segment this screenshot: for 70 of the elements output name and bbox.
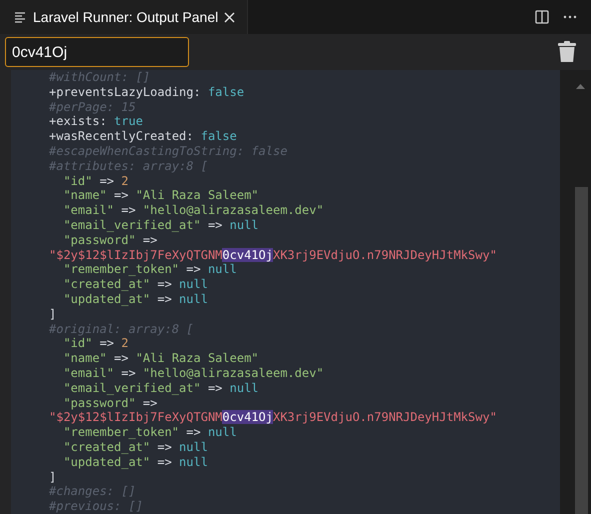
code-string: "hello@alirazasaleem.dev" bbox=[142, 366, 324, 380]
code-string: "email_verified_at" bbox=[63, 218, 201, 232]
code-text: => bbox=[185, 262, 202, 276]
code-text: +preventsLazyLoading: bbox=[49, 84, 202, 99]
code-string: "$2y$12$lIzIbj7FeXyQTGNM bbox=[49, 410, 222, 424]
code-text: => bbox=[113, 188, 130, 202]
code-keyword: null bbox=[179, 277, 208, 292]
code-string: "hello@alirazasaleem.dev" bbox=[142, 203, 324, 218]
code-comment: #escapeWhenCastingToString: false bbox=[49, 144, 288, 158]
code-text: => bbox=[185, 425, 202, 440]
code-text: => bbox=[120, 203, 137, 218]
code-text: +wasRecentlyCreated: bbox=[49, 129, 194, 144]
code-string: "$2y$12$lIzIbj7FeXyQTGNM bbox=[49, 248, 222, 262]
code-text: => bbox=[98, 174, 116, 188]
code-text: => bbox=[156, 440, 173, 454]
code-string: "created_at" bbox=[63, 440, 150, 454]
code-keyword: null bbox=[179, 454, 208, 469]
code-text: => bbox=[206, 218, 224, 232]
tab-title: Laravel Runner: Output Panel bbox=[33, 9, 218, 25]
search-match: 0cv41Oj bbox=[222, 248, 273, 262]
closing-bracket: ] bbox=[49, 306, 56, 321]
code-string: XK3rj9EVdjuO.n79NRJDeyHJtMkSwy" bbox=[272, 410, 497, 424]
code-string: "updated_at" bbox=[63, 292, 150, 306]
code-keyword: null bbox=[179, 440, 208, 454]
code-text: => bbox=[98, 336, 116, 350]
code-comment: #original: array:8 [ bbox=[49, 322, 194, 336]
closing-bracket: ] bbox=[49, 470, 56, 484]
code-keyword: null bbox=[208, 425, 237, 440]
panel-tab[interactable]: Laravel Runner: Output Panel bbox=[0, 0, 248, 34]
code-comment: #withCount: [] bbox=[49, 70, 150, 84]
code-string: "created_at" bbox=[63, 277, 150, 292]
code-number: 2 bbox=[121, 336, 128, 350]
code-string: "password" bbox=[63, 396, 136, 410]
code-comment: #perPage: 15 bbox=[49, 100, 136, 114]
code-keyword: true bbox=[114, 114, 143, 128]
code-text: => bbox=[206, 380, 224, 395]
code-text: => bbox=[156, 454, 173, 469]
code-keyword: null bbox=[179, 292, 208, 306]
code-keyword: null bbox=[208, 262, 237, 276]
code-string: "name" bbox=[63, 188, 107, 202]
code-text: => bbox=[142, 232, 158, 247]
code-string: "id" bbox=[63, 174, 92, 188]
code-comment: #changes: [] bbox=[49, 484, 136, 498]
code-comment: #previous: [] bbox=[49, 499, 143, 514]
code-string: "Ali Raza Saleem" bbox=[136, 188, 259, 202]
code-text: => bbox=[113, 351, 130, 366]
code-string: XK3rj9EVdjuO.n79NRJDeyHJtMkSwy" bbox=[272, 248, 497, 262]
code-text: => bbox=[120, 366, 137, 380]
code-keyword: null bbox=[230, 380, 259, 395]
code-text: => bbox=[142, 396, 158, 410]
code-string: "remember_token" bbox=[63, 262, 180, 276]
code-string: "Ali Raza Saleem" bbox=[136, 351, 259, 366]
code-string: "updated_at" bbox=[63, 454, 150, 469]
code-keyword: null bbox=[230, 218, 259, 232]
code-string: "name" bbox=[63, 351, 107, 366]
code-string: "remember_token" bbox=[63, 425, 180, 440]
code-number: 2 bbox=[121, 174, 128, 188]
code-string: "email" bbox=[63, 366, 114, 380]
code-string: "id" bbox=[63, 336, 92, 350]
code-comment: #attributes: array:8 [ bbox=[49, 158, 208, 173]
code-string: "email" bbox=[63, 203, 114, 218]
filter-input[interactable]: 0cv41Oj bbox=[5, 37, 189, 67]
code-text: => bbox=[156, 292, 173, 306]
code-string: "password" bbox=[63, 232, 136, 247]
code-keyword: false bbox=[200, 129, 237, 144]
code-text: => bbox=[156, 277, 173, 292]
code-string: "email_verified_at" bbox=[63, 380, 201, 395]
code-keyword: false bbox=[208, 84, 244, 99]
search-match: 0cv41Oj bbox=[222, 410, 273, 424]
code-text: +exists: bbox=[49, 114, 108, 128]
